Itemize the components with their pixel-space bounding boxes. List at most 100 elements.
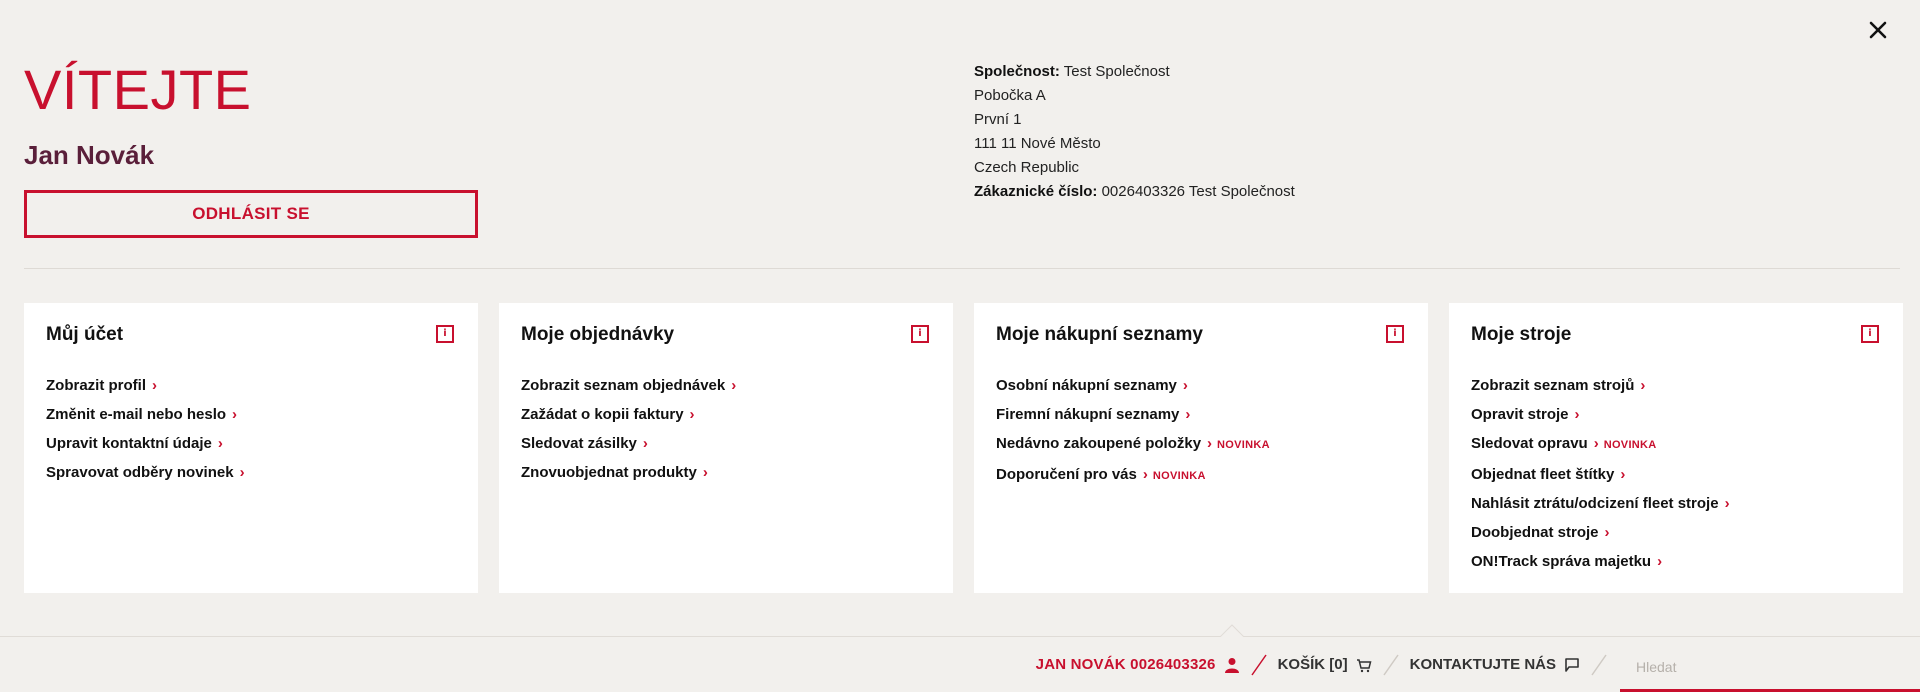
card-link-label: Nedávno zakoupené položky	[996, 435, 1202, 452]
company-line: Společnost: Test Společnost	[974, 60, 1295, 84]
card-link-label: Sledovat zásilky	[521, 435, 637, 452]
card-link-label: Firemní nákupní seznamy	[996, 406, 1180, 423]
account-link[interactable]: JAN NOVÁK 0026403326	[1036, 656, 1240, 673]
card-link[interactable]: Sledovat zásilky ›	[521, 429, 931, 458]
menu-pointer	[1220, 624, 1244, 637]
new-badge: NOVINKA	[1152, 470, 1206, 482]
card-link[interactable]: Upravit kontaktní údaje ›	[46, 429, 456, 458]
card-link[interactable]: Zobrazit seznam objednávek ›	[521, 371, 931, 400]
card-link[interactable]: Opravit stroje ›	[1471, 400, 1881, 429]
chevron-right-icon: ›	[1604, 524, 1610, 541]
card-link-label: Znovuobjednat produkty	[521, 464, 697, 481]
card-links: Zobrazit seznam objednávek › Zažádat o kop…	[521, 371, 931, 487]
card-link-label: Spravovat odběry novinek	[46, 464, 234, 481]
info-icon[interactable]: i	[911, 325, 929, 343]
card-title: Můj účet	[46, 324, 124, 345]
cart-icon	[1356, 658, 1372, 672]
card-link-label: Upravit kontaktní údaje	[46, 435, 212, 452]
card-link[interactable]: Sledovat opravu › NOVINKA	[1471, 429, 1881, 460]
chevron-right-icon: ›	[702, 464, 708, 481]
info-icon[interactable]: i	[1386, 325, 1404, 343]
chevron-right-icon: ›	[1207, 435, 1213, 452]
chat-icon	[1565, 657, 1579, 672]
card-link-label: ON!Track správa majetku	[1471, 553, 1652, 570]
card-link[interactable]: Firemní nákupní seznamy ›	[996, 400, 1406, 429]
close-button[interactable]	[1862, 14, 1894, 46]
card-link-label: Sledovat opravu	[1471, 435, 1588, 452]
welcome-title: VÍTEJTE	[24, 58, 252, 121]
chevron-right-icon: ›	[232, 406, 238, 423]
company-country: Czech Republic	[974, 159, 1080, 176]
card-link-label: Zažádat o kopii faktury	[521, 406, 684, 423]
info-glyph: i	[918, 328, 922, 339]
card-link[interactable]: Zažádat o kopii faktury ›	[521, 400, 931, 429]
new-badge: NOVINKA	[1603, 439, 1657, 451]
card-link-label: Změnit e-mail nebo heslo	[46, 406, 227, 423]
bottom-navigation: JAN NOVÁK 0026403326 KOŠÍK [0] KONTAKTUJ…	[1036, 637, 1920, 692]
welcome-section: VÍTEJTE Jan Novák ODHLÁSIT SE	[24, 60, 478, 238]
company-branch: Pobočka A	[974, 87, 1046, 104]
chevron-right-icon: ›	[1185, 406, 1191, 423]
search-input[interactable]	[1620, 659, 1920, 675]
customer-number-label: Zákaznické číslo:	[974, 183, 1098, 200]
account-label: JAN NOVÁK 0026403326	[1035, 656, 1216, 673]
separator-slash	[1382, 654, 1399, 675]
card-links: Zobrazit seznam strojů › Opravit stroje › Sl…	[1471, 371, 1881, 576]
company-label: Společnost:	[974, 63, 1060, 80]
card-link[interactable]: Osobní nákupní seznamy ›	[996, 371, 1406, 400]
card-link[interactable]: Znovuobjednat produkty ›	[521, 458, 931, 487]
account-card: Moje objednávky i Zobrazit seznam objednáv…	[499, 303, 953, 593]
card-link-label: Nahlásit ztrátu/odcizení fleet stroje	[1471, 495, 1719, 512]
chevron-right-icon: ›	[1657, 553, 1663, 570]
contact-link[interactable]: KONTAKTUJTE NÁS	[1410, 656, 1580, 673]
card-link-label: Objednat fleet štítky	[1471, 466, 1615, 483]
card-title: Moje stroje	[1471, 324, 1572, 345]
card-link[interactable]: Spravovat odběry novinek ›	[46, 458, 456, 487]
close-icon	[1869, 21, 1887, 39]
logout-button[interactable]: ODHLÁSIT SE	[24, 190, 478, 238]
card-link-label: Doobjednat stroje	[1471, 524, 1599, 541]
card-title: Moje objednávky	[521, 324, 675, 345]
info-glyph: i	[443, 328, 447, 339]
cart-link[interactable]: KOŠÍK [0]	[1278, 656, 1372, 673]
search-box	[1620, 646, 1920, 692]
customer-number-line: Zákaznické číslo: 0026403326 Test Společ…	[974, 180, 1295, 204]
separator-slash	[1591, 654, 1607, 675]
card-links: Zobrazit profil › Změnit e-mail nebo heslo…	[46, 371, 456, 487]
account-card: Moje nákupní seznamy i Osobní nákupní sezn…	[974, 303, 1428, 593]
info-icon[interactable]: i	[436, 325, 454, 343]
chevron-right-icon: ›	[731, 377, 737, 394]
card-link[interactable]: Změnit e-mail nebo heslo ›	[46, 400, 456, 429]
company-city: 111 11 Nové Město	[974, 135, 1101, 152]
card-link[interactable]: Zobrazit profil ›	[46, 371, 456, 400]
chevron-right-icon: ›	[1620, 466, 1626, 483]
cart-label: KOŠÍK [0]	[1277, 656, 1348, 673]
chevron-right-icon: ›	[1724, 495, 1730, 512]
card-links: Osobní nákupní seznamy › Firemní nákupní s…	[996, 371, 1406, 491]
chevron-right-icon: ›	[642, 435, 648, 452]
card-link[interactable]: Nedávno zakoupené položky › NOVINKA	[996, 429, 1406, 460]
card-title: Moje nákupní seznamy	[996, 324, 1203, 345]
card-link[interactable]: Objednat fleet štítky ›	[1471, 460, 1881, 489]
account-cards: Můj účet i Zobrazit profil › Změnit e-mail n…	[24, 303, 1903, 593]
chevron-right-icon: ›	[1640, 377, 1646, 394]
card-link-label: Zobrazit seznam strojů	[1471, 377, 1635, 394]
contact-label: KONTAKTUJTE NÁS	[1409, 656, 1556, 673]
card-link[interactable]: Nahlásit ztrátu/odcizení fleet stroje ›	[1471, 489, 1881, 518]
account-card: Moje stroje i Zobrazit seznam strojů › Oprav…	[1449, 303, 1903, 593]
chevron-right-icon: ›	[1142, 466, 1148, 483]
user-name: Jan Novák	[24, 140, 155, 170]
company-name: Test Společnost	[1063, 63, 1170, 80]
info-icon[interactable]: i	[1861, 325, 1879, 343]
card-link[interactable]: ON!Track správa majetku ›	[1471, 547, 1881, 576]
chevron-right-icon: ›	[152, 377, 157, 394]
card-link-label: Zobrazit profil	[46, 377, 146, 394]
card-link[interactable]: Doporučení pro vás › NOVINKA	[996, 460, 1406, 491]
card-link-label: Doporučení pro vás	[996, 466, 1137, 483]
card-link[interactable]: Doobjednat stroje ›	[1471, 518, 1881, 547]
chevron-right-icon: ›	[1182, 377, 1188, 394]
info-glyph: i	[1868, 328, 1872, 339]
card-link[interactable]: Zobrazit seznam strojů ›	[1471, 371, 1881, 400]
separator-slash	[1250, 654, 1267, 675]
card-link-label: Zobrazit seznam objednávek	[521, 377, 726, 394]
